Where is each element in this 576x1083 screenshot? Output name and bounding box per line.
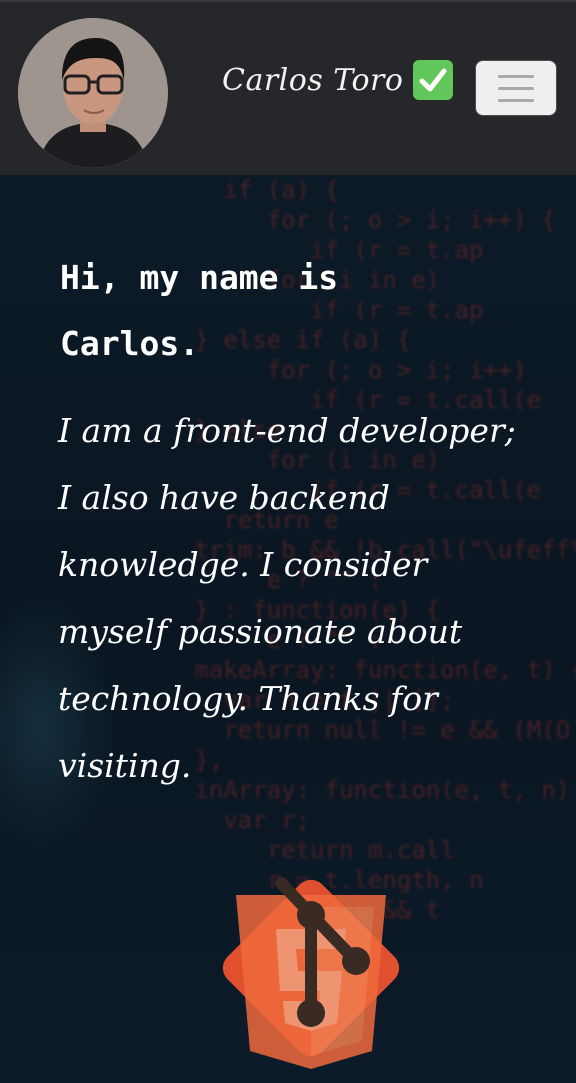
git-html5-logo [196, 853, 426, 1083]
profile-avatar [18, 18, 168, 168]
brand[interactable]: Carlos Toro [222, 60, 454, 100]
hamburger-menu-icon [498, 74, 534, 78]
menu-toggle-button[interactable] [475, 60, 557, 116]
check-mark-button-icon [413, 60, 454, 100]
navbar: Carlos Toro [0, 0, 576, 175]
hero-section: if (a) { for (; o > i; i++) { if (r = t.… [0, 175, 576, 1083]
bio-text: I am a front-end developer; I also have … [58, 411, 516, 785]
brand-name[interactable]: Carlos Toro [222, 63, 403, 98]
greeting-heading: Hi, my name is Carlos. [60, 258, 339, 363]
